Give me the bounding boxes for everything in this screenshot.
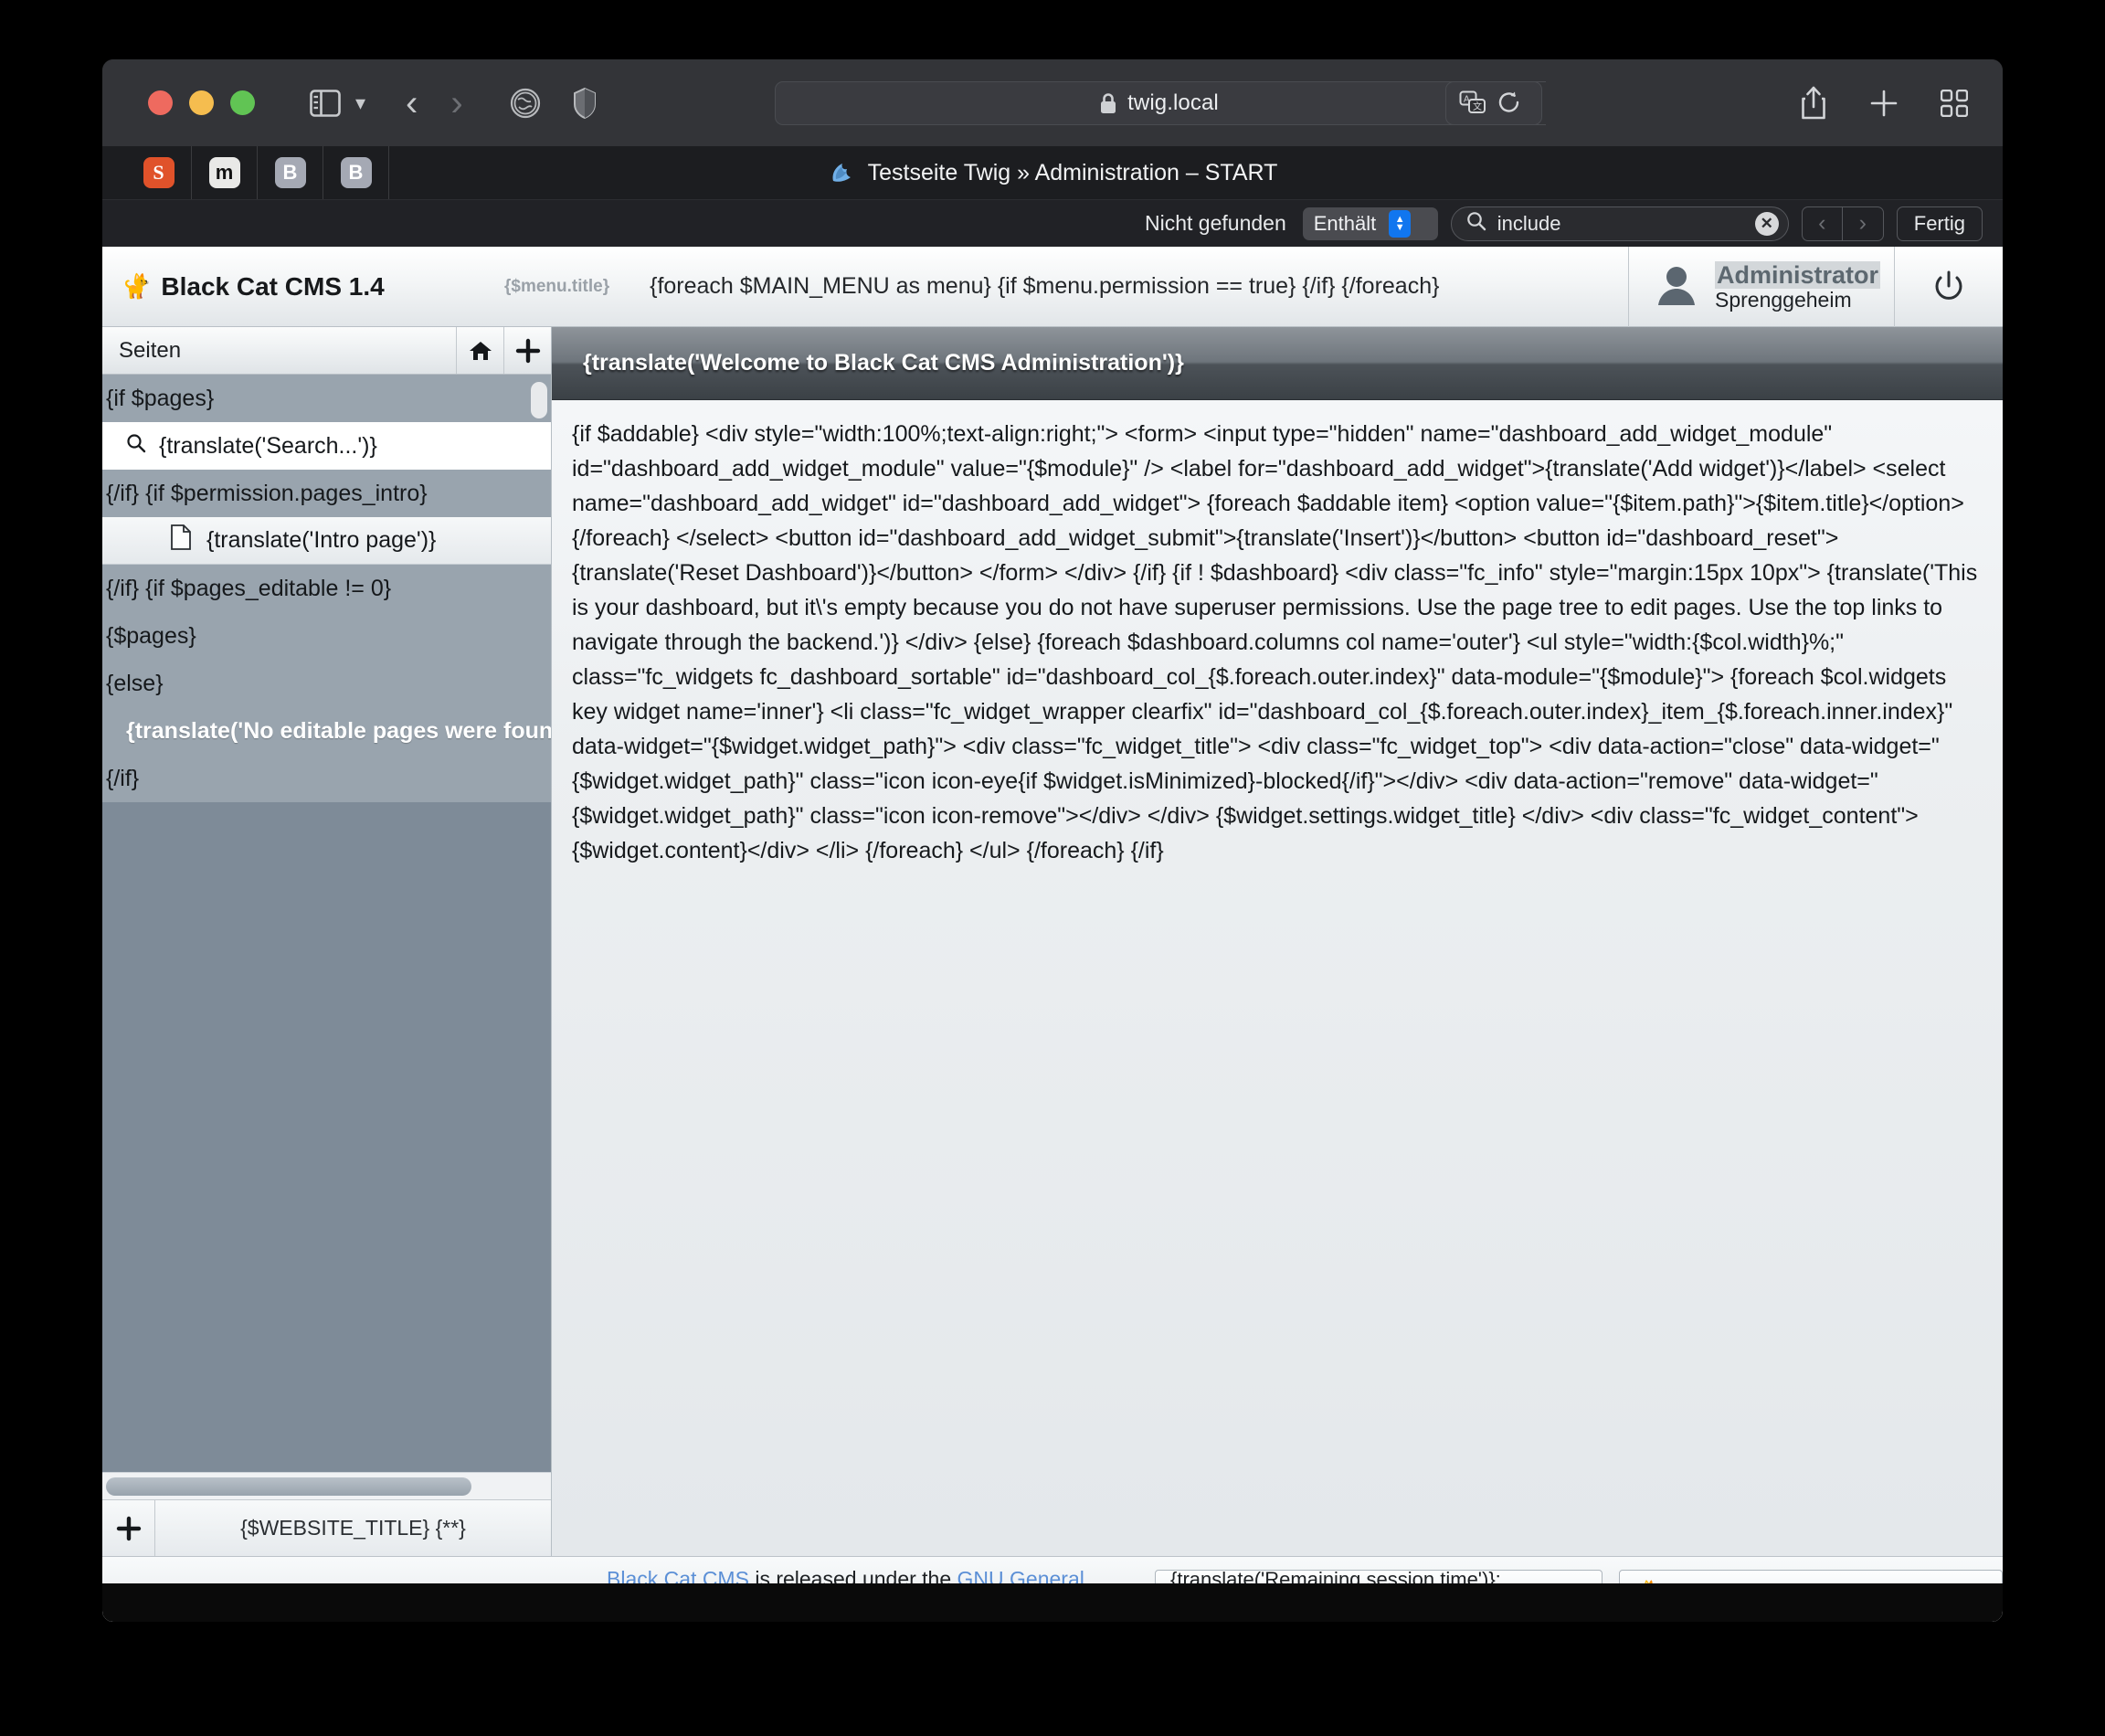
tab-overview-icon[interactable] (1941, 90, 1968, 117)
bookmark-item-0[interactable]: S (126, 146, 192, 199)
window-controls (148, 90, 255, 115)
user-name: Sprenggeheim (1715, 289, 1880, 312)
tree-row[interactable]: {else} (102, 660, 551, 707)
back-arrow-icon[interactable]: ‹ (406, 85, 418, 122)
stepper-icon[interactable]: ▲▼ (1389, 210, 1411, 238)
find-input[interactable]: include ✕ (1451, 206, 1789, 241)
cms-header: 🐈 Black Cat CMS 1.4 {$menu.title} {forea… (102, 247, 2003, 327)
tree-row-label: {/if} {if $pages_editable != 0} (106, 576, 391, 602)
browser-toolbar: ▾ ‹ › twig.local (102, 59, 2003, 146)
cms-page: 🐈 Black Cat CMS 1.4 {$menu.title} {forea… (102, 247, 2003, 1622)
add-root-page-icon[interactable] (102, 1500, 155, 1556)
chevron-down-icon[interactable]: ▾ (355, 91, 365, 115)
tree-search-input[interactable]: {translate('Search...')} (102, 422, 551, 470)
content-header-title: {translate('Welcome to Black Cat CMS Adm… (583, 350, 1184, 376)
toolbar-right-actions (1800, 59, 1968, 146)
minimize-window-button[interactable] (189, 90, 214, 115)
website-title-label: {$WEBSITE_TITLE} {**} (155, 1500, 551, 1556)
find-done-button[interactable]: Fertig (1897, 206, 1983, 241)
content-header: {translate('Welcome to Black Cat CMS Adm… (552, 327, 2003, 400)
tree-no-pages-label: {translate('No editable pages were found… (126, 718, 551, 745)
cms-logo[interactable]: 🐈 Black Cat CMS 1.4 (122, 272, 488, 302)
tree-row-label: {/if} {if $permission.pages_intro} (106, 481, 428, 507)
user-role: Administrator (1715, 261, 1880, 289)
user-names: Administrator Sprenggeheim (1715, 261, 1880, 312)
bookmark-favicon-b2: B (341, 157, 372, 188)
search-icon (1466, 211, 1486, 236)
sidebar-title: Seiten (102, 327, 456, 374)
dashboard-template-code: {if $addable} <div style="width:100%;tex… (572, 417, 1983, 868)
find-input-value: include (1497, 212, 1744, 236)
reload-icon[interactable] (1497, 90, 1521, 116)
tree-row-label: {/if} (106, 766, 139, 792)
bookmark-favicon-b1: B (275, 157, 306, 188)
close-icon[interactable]: ✕ (1755, 212, 1779, 236)
pages-sidebar: Seiten {if $pages (102, 327, 552, 1556)
tree-row[interactable]: {$pages} (102, 612, 551, 660)
bookmark-favicon-m: m (209, 157, 240, 188)
forward-arrow-icon[interactable]: › (450, 85, 462, 122)
find-status-label: Nicht gefunden (1145, 211, 1286, 236)
browser-window: ▾ ‹ › twig.local (102, 59, 2003, 1622)
sidebar-header: Seiten (102, 327, 551, 375)
tree-vertical-scrollbar[interactable] (531, 382, 547, 418)
tree-no-pages-message: {translate('No editable pages were found… (102, 707, 551, 755)
cms-logo-text: Black Cat CMS 1.4 (161, 272, 384, 302)
sidebar-toggle-icon[interactable] (310, 90, 341, 117)
tree-item-label: {translate('Intro page')} (206, 527, 436, 554)
translate-icon[interactable]: A 文 (1459, 90, 1486, 116)
tree-horizontal-scrollbar[interactable] (102, 1472, 551, 1499)
content-body: {if $addable} <div style="width:100%;tex… (552, 400, 2003, 1556)
cms-body: Seiten {if $pages (102, 327, 2003, 1556)
tree-row[interactable]: {/if} {if $permission.pages_intro} (102, 470, 551, 517)
bookmark-item-3[interactable]: B (323, 146, 389, 199)
close-window-button[interactable] (148, 90, 173, 115)
navigation-arrows: ‹ › (406, 85, 463, 122)
svg-text:文: 文 (1473, 101, 1482, 112)
maximize-window-button[interactable] (230, 90, 255, 115)
tree-item-intro-page[interactable]: {translate('Intro page')} (102, 517, 551, 565)
find-mode-select[interactable]: Enthält ▲▼ (1303, 207, 1438, 240)
avatar (1651, 259, 1702, 315)
power-icon (1930, 269, 1967, 305)
share-icon[interactable] (1800, 86, 1827, 121)
page-tree: {if $pages} {translate('Search...')} {/i… (102, 375, 551, 1472)
tree-row-label: {$pages} (106, 623, 196, 650)
menu-title-placeholder: {$menu.title} (504, 277, 609, 297)
tree-row-label: {else} (106, 671, 164, 697)
find-previous-button[interactable]: ‹ (1803, 207, 1843, 240)
page-file-icon (170, 524, 192, 556)
address-bar[interactable]: twig.local (775, 81, 1542, 125)
cat-logo-icon: 🐈 (122, 272, 152, 301)
home-icon[interactable] (456, 327, 503, 374)
shield-icon[interactable] (573, 87, 597, 120)
lock-icon (1098, 91, 1118, 115)
tree-row-label: {if $pages} (106, 386, 214, 412)
bookmarks-bar: S m B B (102, 146, 2003, 199)
tree-row[interactable]: {/if} {if $pages_editable != 0} (102, 565, 551, 612)
search-icon (126, 433, 146, 460)
logout-button[interactable] (1895, 247, 2003, 327)
window-bottom-shade (102, 1583, 2003, 1622)
bookmark-item-1[interactable]: m (192, 146, 258, 199)
tree-row[interactable]: {if $pages} (102, 375, 551, 422)
globe-icon[interactable] (509, 87, 542, 120)
find-navigation: ‹ › (1802, 206, 1884, 241)
bookmark-favicon-s: S (143, 157, 175, 188)
address-bar-text: twig.local (1127, 90, 1219, 116)
tree-row[interactable]: {/if} (102, 755, 551, 802)
sidebar-footer: {$WEBSITE_TITLE} {**} (102, 1499, 551, 1556)
content-area: {translate('Welcome to Black Cat CMS Adm… (552, 327, 2003, 1556)
find-next-button[interactable]: › (1843, 207, 1883, 240)
scrollbar-thumb[interactable] (106, 1477, 471, 1496)
add-page-icon[interactable] (503, 327, 551, 374)
main-menu-template-code: {foreach $MAIN_MENU as menu} {if $menu.p… (650, 273, 1439, 300)
find-mode-label: Enthält (1314, 212, 1377, 236)
find-bar: Nicht gefunden Enthält ▲▼ include ✕ ‹ › … (102, 199, 2003, 247)
tree-search-placeholder: {translate('Search...')} (159, 433, 377, 460)
user-box[interactable]: Administrator Sprenggeheim (1628, 247, 1895, 327)
bookmark-item-2[interactable]: B (258, 146, 323, 199)
plus-icon[interactable] (1869, 89, 1899, 118)
